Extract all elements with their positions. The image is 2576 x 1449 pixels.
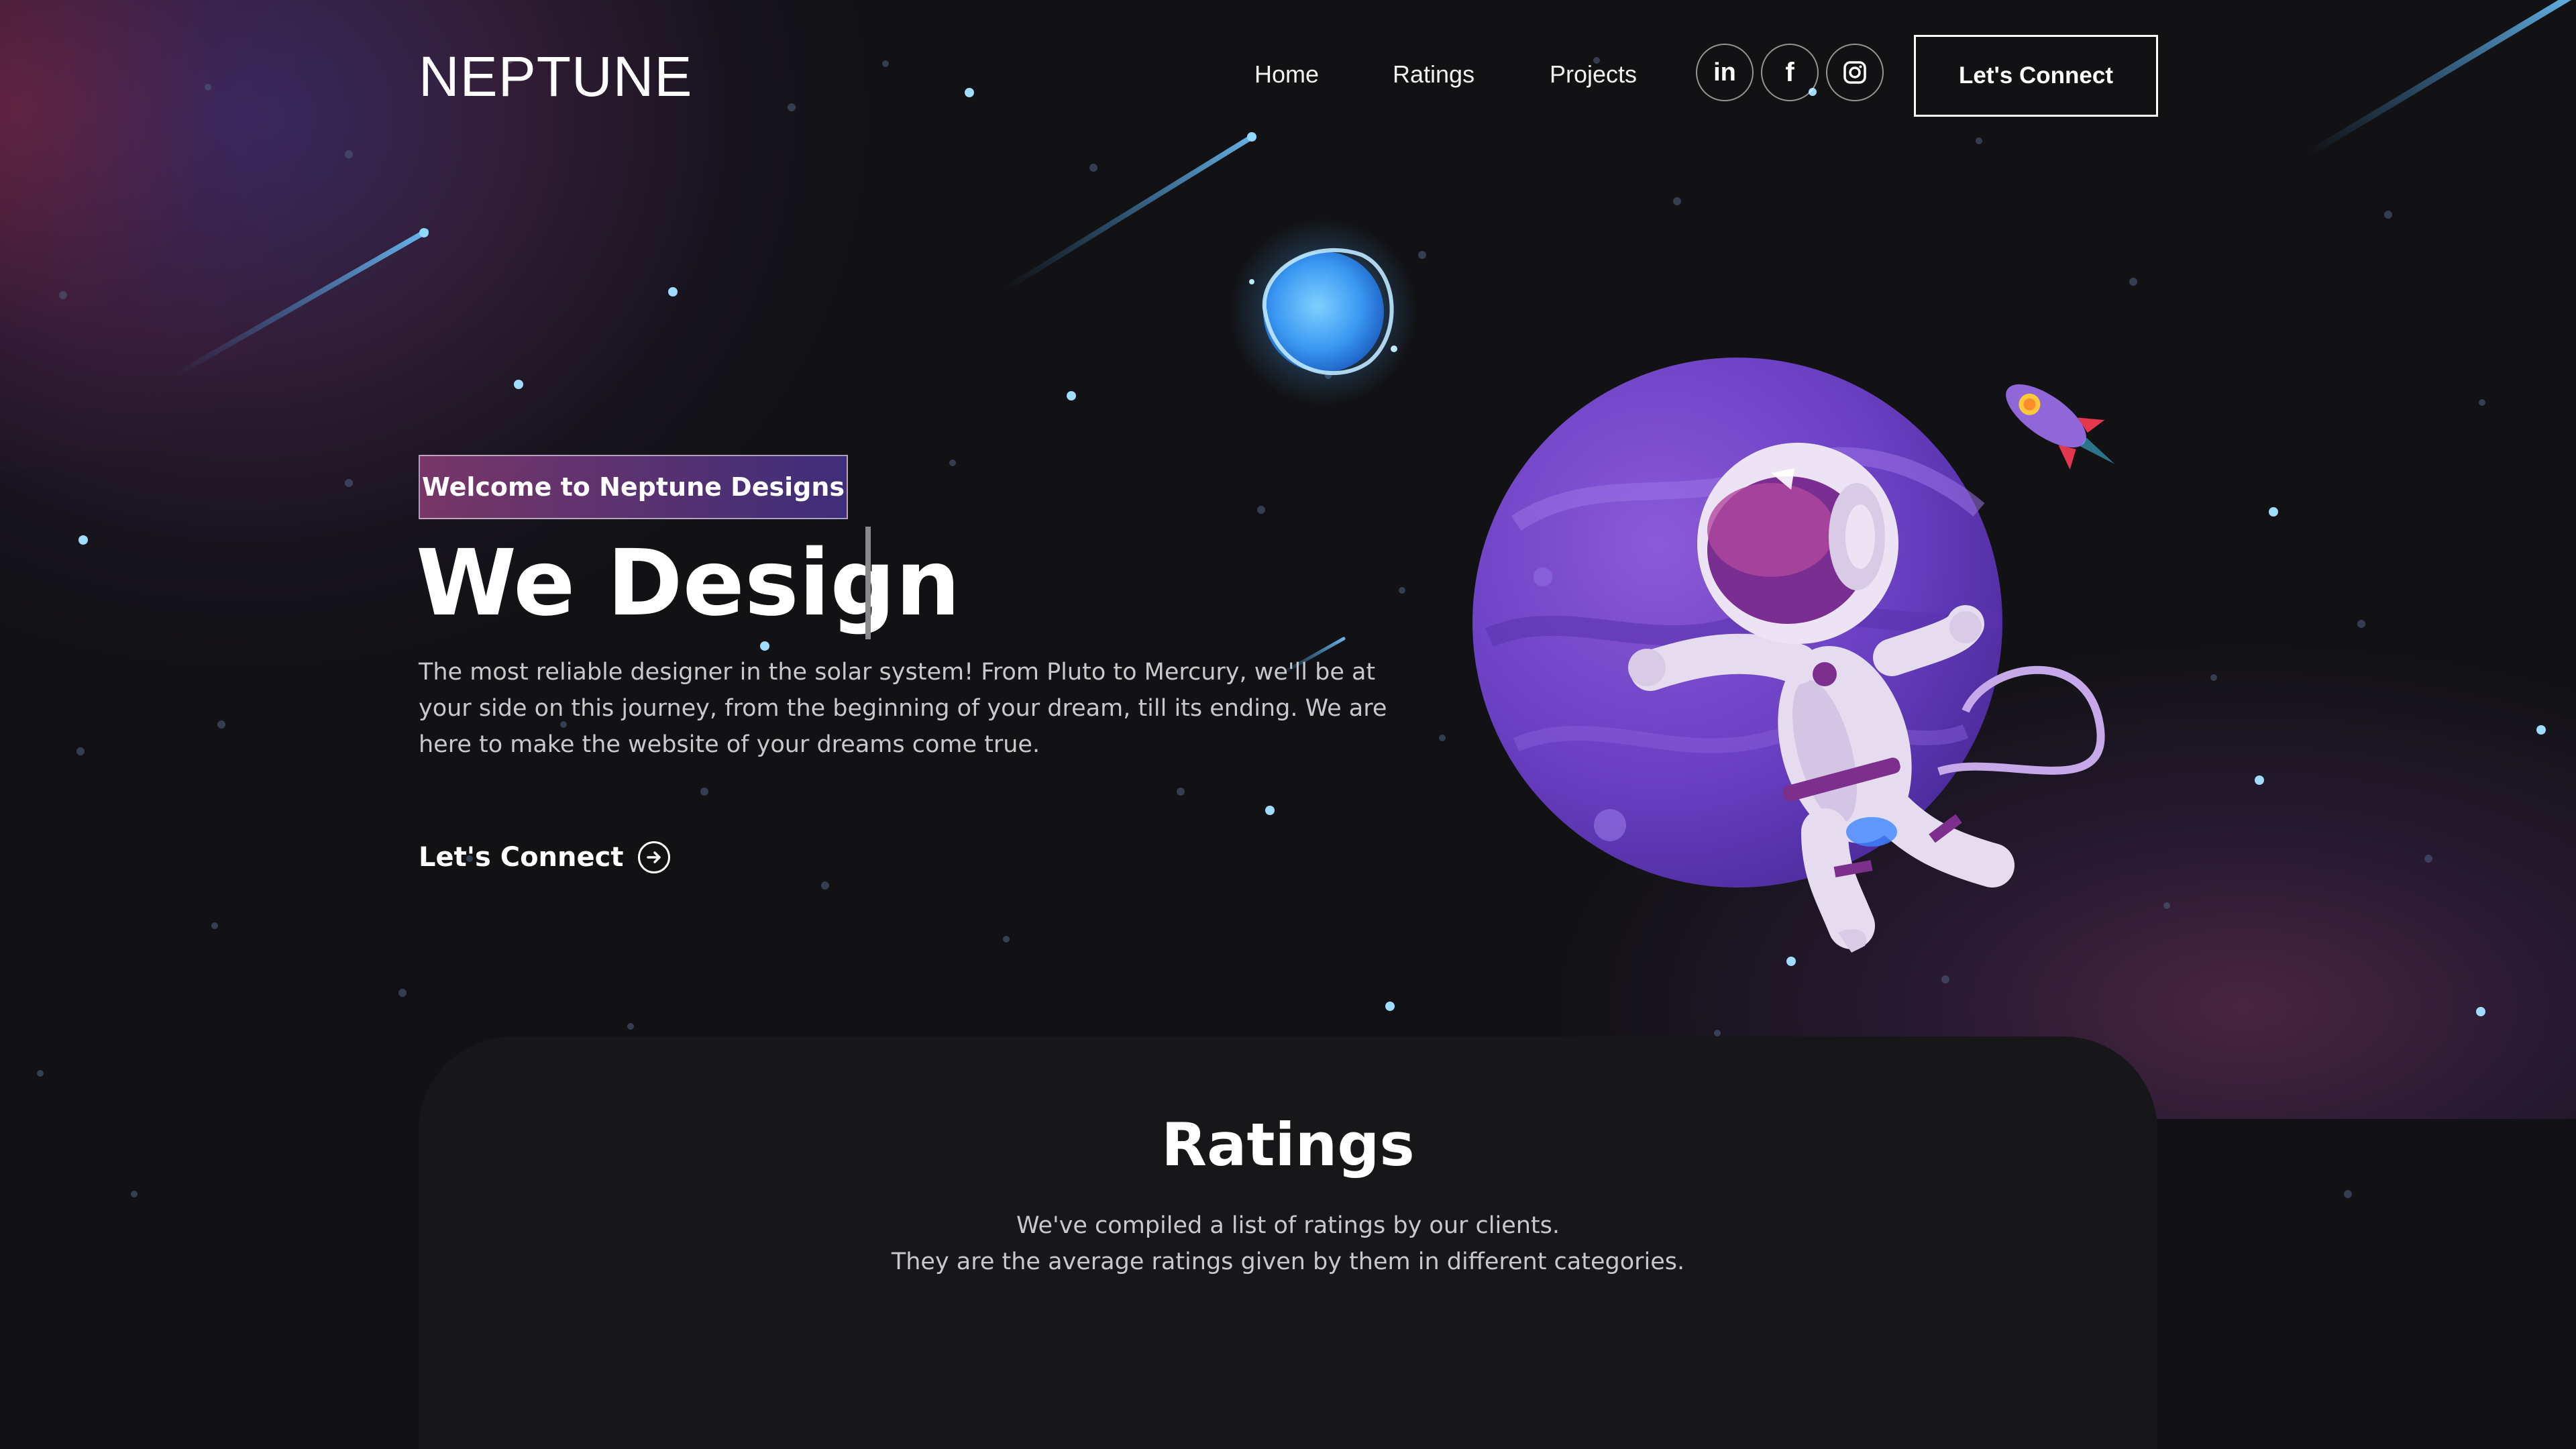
page: NEPTUNE Home Ratings Projects in f Let's…: [0, 0, 2576, 1449]
hero-connect-link[interactable]: Let's Connect: [419, 841, 671, 873]
typing-cursor: [865, 527, 871, 639]
brand-logo[interactable]: NEPTUNE: [419, 44, 692, 109]
arrow-right-circle-icon: [638, 841, 671, 873]
welcome-tagline: Welcome to Neptune Designs: [419, 455, 848, 519]
header-connect-button[interactable]: Let's Connect: [1914, 35, 2158, 117]
facebook-link[interactable]: f: [1761, 44, 1819, 101]
astronaut-illustration: [1472, 358, 2105, 953]
facebook-icon: f: [1785, 57, 1794, 87]
instagram-icon: [1843, 61, 1866, 84]
ratings-subtitle-line-1: We've compiled a list of ratings by our …: [1016, 1212, 1560, 1239]
blue-planet-illustration: [1230, 218, 1417, 406]
nav-ratings[interactable]: Ratings: [1393, 60, 1474, 89]
nav-projects[interactable]: Projects: [1550, 60, 1637, 89]
hero-connect-label: Let's Connect: [419, 842, 624, 873]
ratings-title: Ratings: [1161, 1110, 1415, 1179]
linkedin-icon: in: [1713, 58, 1736, 87]
instagram-link[interactable]: [1826, 44, 1884, 101]
ratings-subtitle: We've compiled a list of ratings by our …: [0, 1208, 2576, 1280]
linkedin-link[interactable]: in: [1696, 44, 1754, 101]
hero-headline: We Design: [416, 531, 961, 637]
faint-stars: [37, 57, 2485, 1198]
hero-description: The most reliable designer in the solar …: [419, 659, 1387, 758]
rocket-illustration: [2006, 384, 2115, 470]
nav-home[interactable]: Home: [1254, 60, 1319, 89]
ratings-subtitle-line-2: They are the average ratings given by th…: [891, 1248, 1685, 1275]
